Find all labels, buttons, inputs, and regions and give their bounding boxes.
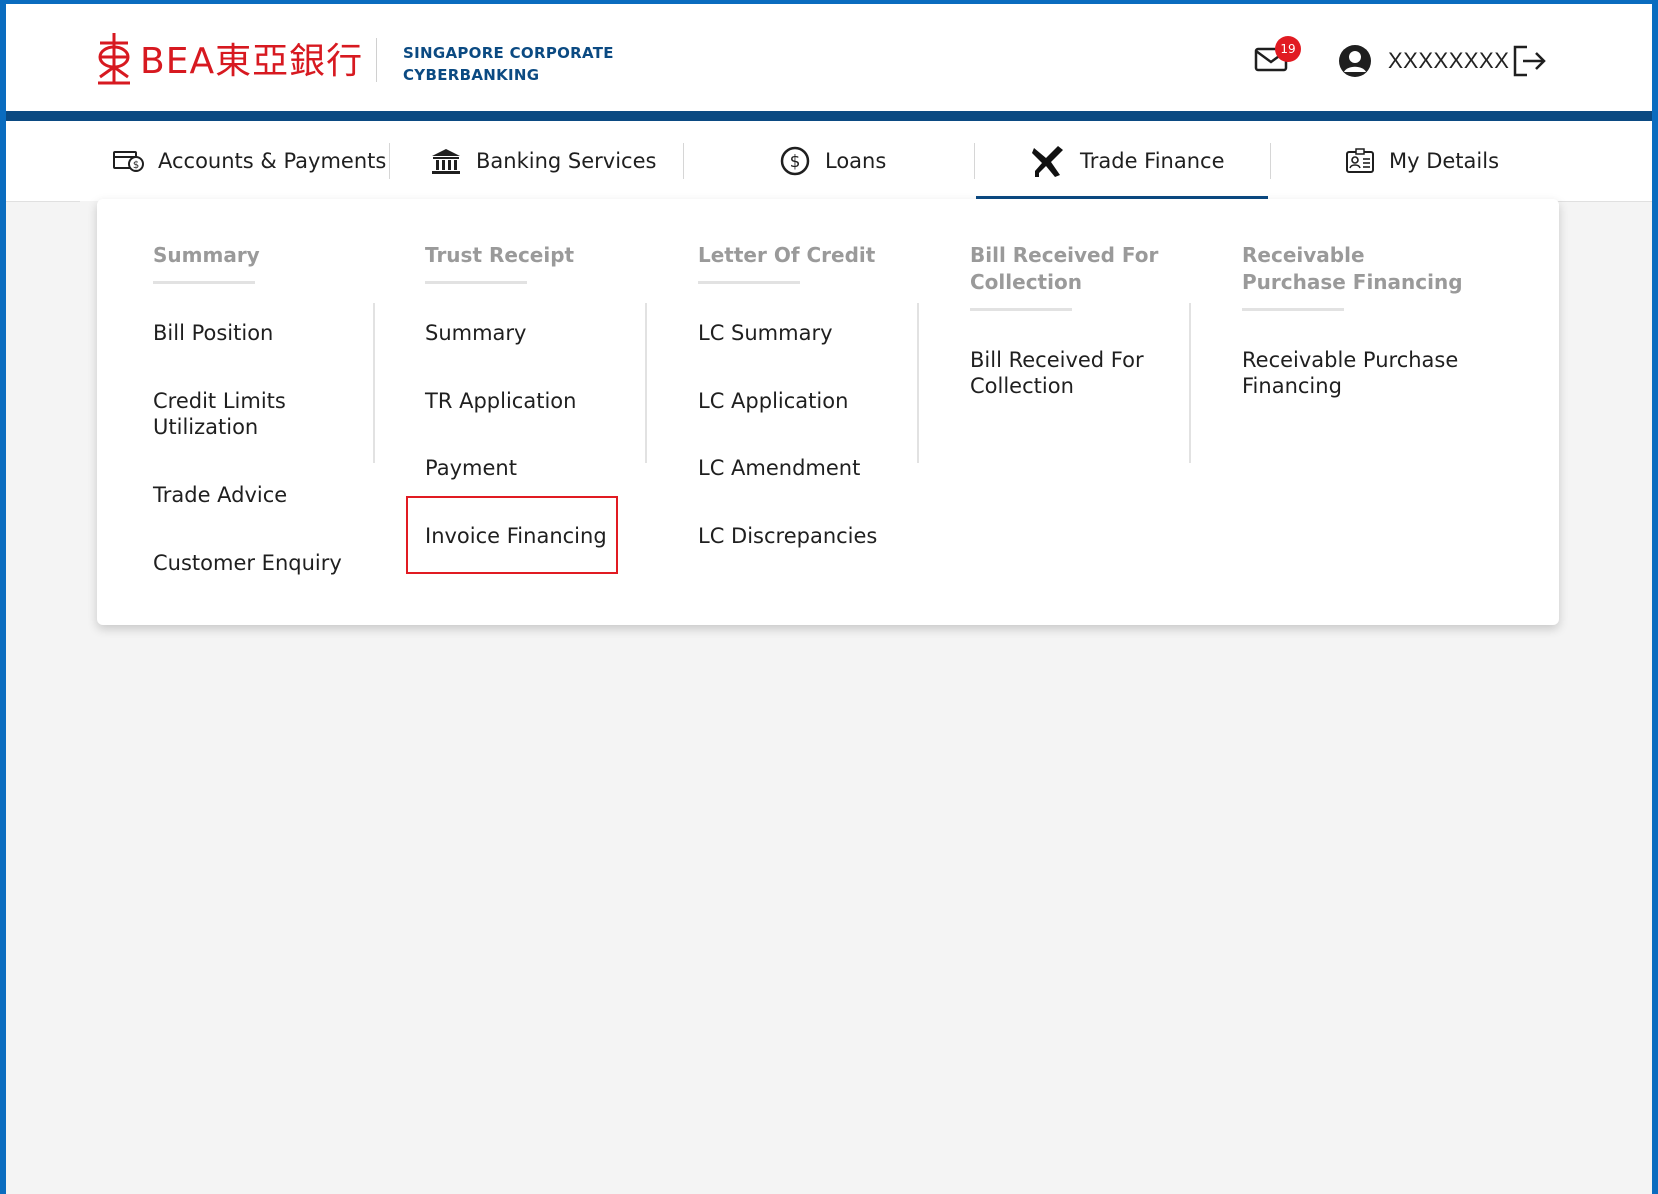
user-avatar-icon[interactable] bbox=[1338, 44, 1372, 78]
menu-item-bill-position[interactable]: Bill Position bbox=[153, 320, 383, 346]
column-separator bbox=[917, 303, 919, 463]
menu-heading-receivable-purchase-financing[interactable]: Receivable Purchase Financing bbox=[1242, 242, 1472, 296]
menu-item-receivable-purchase-financing[interactable]: Receivable Purchase Financing bbox=[1242, 347, 1472, 399]
menu-item-credit-limits-utilization[interactable]: Credit Limits Utilization bbox=[153, 388, 383, 440]
top-header: BEA東亞銀行 SINGAPORE CORPORATE CYBERBANKING… bbox=[6, 4, 1652, 111]
nav-loans[interactable]: $ Loans bbox=[779, 121, 886, 201]
menu-item-tr-application[interactable]: TR Application bbox=[425, 388, 655, 414]
menu-item-lc-summary[interactable]: LC Summary bbox=[698, 320, 928, 346]
highlight-box bbox=[406, 496, 618, 574]
nav-separator bbox=[1270, 143, 1271, 179]
main-nav: $ Accounts & Payments Banking Services $ bbox=[6, 121, 1652, 202]
trade-finance-dropdown: Summary Bill Position Credit Limits Util… bbox=[97, 199, 1559, 625]
menu-item-trade-advice[interactable]: Trade Advice bbox=[153, 482, 383, 508]
airplane-icon bbox=[1032, 146, 1063, 177]
nav-label: Accounts & Payments bbox=[158, 149, 387, 173]
nav-separator bbox=[683, 143, 684, 179]
menu-item-bill-received-for-collection[interactable]: Bill Received For Collection bbox=[970, 347, 1200, 399]
nav-separator bbox=[974, 143, 975, 179]
nav-label: Trade Finance bbox=[1080, 149, 1225, 173]
id-card-icon bbox=[1346, 148, 1374, 173]
username: XXXXXXXX bbox=[1388, 48, 1510, 73]
menu-item-lc-amendment[interactable]: LC Amendment bbox=[698, 455, 928, 481]
nav-trade-finance[interactable]: Trade Finance bbox=[1030, 121, 1225, 201]
bank-icon bbox=[432, 149, 460, 174]
heading-underline bbox=[698, 281, 800, 284]
nav-banking-services[interactable]: Banking Services bbox=[430, 121, 656, 201]
app-window: BEA東亞銀行 SINGAPORE CORPORATE CYBERBANKING… bbox=[6, 4, 1652, 1194]
menu-heading-letter-of-credit[interactable]: Letter Of Credit bbox=[698, 242, 928, 269]
menu-item-payment[interactable]: Payment bbox=[425, 455, 655, 481]
menu-heading-summary[interactable]: Summary bbox=[153, 242, 383, 269]
logout-icon[interactable] bbox=[1511, 44, 1547, 78]
logo-divider bbox=[376, 38, 377, 82]
menu-item-lc-discrepancies[interactable]: LC Discrepancies bbox=[698, 523, 928, 549]
subtitle-line-1: SINGAPORE CORPORATE bbox=[403, 44, 614, 62]
heading-underline bbox=[970, 308, 1072, 311]
menu-heading-bill-received-for-collection[interactable]: Bill Received For Collection bbox=[970, 242, 1200, 296]
logo-text: BEA東亞銀行 bbox=[140, 41, 364, 82]
nav-accounts-payments[interactable]: $ Accounts & Payments bbox=[112, 121, 386, 201]
nav-label: My Details bbox=[1389, 149, 1500, 173]
header-accent-bar bbox=[6, 111, 1652, 121]
portal-subtitle: SINGAPORE CORPORATE CYBERBANKING bbox=[403, 42, 614, 86]
nav-label: Loans bbox=[825, 149, 887, 173]
svg-text:$: $ bbox=[790, 152, 801, 172]
subtitle-line-2: CYBERBANKING bbox=[403, 66, 540, 84]
nav-label: Banking Services bbox=[476, 149, 657, 173]
column-separator bbox=[373, 303, 375, 463]
svg-text:$: $ bbox=[133, 160, 139, 171]
dollar-coin-icon: $ bbox=[780, 146, 810, 176]
mail-count-badge: 19 bbox=[1275, 36, 1301, 62]
nav-separator bbox=[389, 143, 390, 179]
column-separator bbox=[1189, 303, 1191, 463]
menu-item-lc-application[interactable]: LC Application bbox=[698, 388, 928, 414]
heading-underline bbox=[425, 281, 527, 284]
bea-logo[interactable]: BEA東亞銀行 bbox=[94, 30, 363, 86]
menu-heading-trust-receipt[interactable]: Trust Receipt bbox=[425, 242, 655, 269]
bea-emblem-icon bbox=[98, 33, 130, 85]
menu-item-tr-summary[interactable]: Summary bbox=[425, 320, 655, 346]
heading-underline bbox=[153, 281, 255, 284]
wallet-icon: $ bbox=[113, 151, 144, 172]
menu-item-customer-enquiry[interactable]: Customer Enquiry bbox=[153, 550, 383, 576]
nav-my-details[interactable]: My Details bbox=[1345, 121, 1499, 201]
column-separator bbox=[645, 303, 647, 463]
heading-underline bbox=[1242, 308, 1344, 311]
